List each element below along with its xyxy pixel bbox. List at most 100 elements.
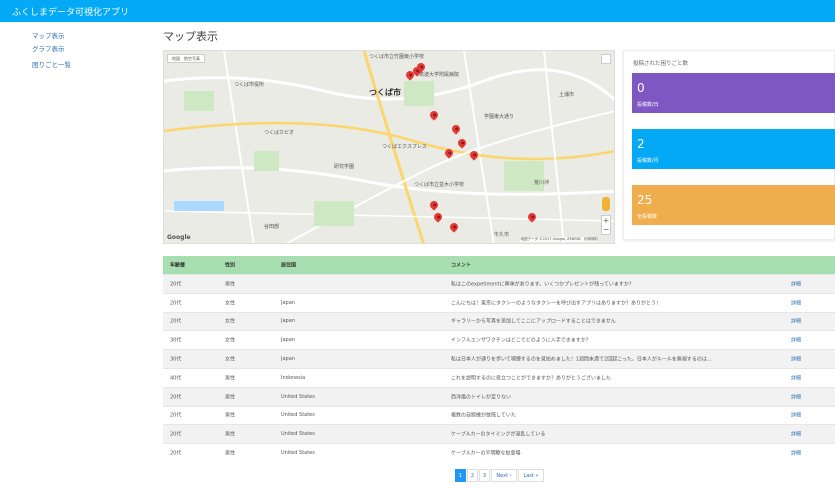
cell-age: 20代 (170, 450, 182, 457)
zoom-control[interactable]: + − (601, 215, 611, 235)
stats-panel: 投稿された困りごと数 0 投稿数/日 2 投稿数/月 25 全投稿数 (623, 50, 835, 240)
cell-comment: ギャラリーから写真を追加してここにアップロードすることはできません (451, 318, 616, 325)
cell-sex: 男性 (225, 431, 236, 438)
cell-residence: Japan (281, 356, 295, 363)
cell-comment: ケーブルカーのタイミングが混乱している (451, 431, 546, 438)
last-page-button[interactable]: Last » (518, 469, 544, 482)
page-3-button[interactable]: 3 (479, 469, 490, 482)
stat-label: 投稿数/月 (637, 158, 659, 164)
map-place-label: 荒川沖 (534, 180, 550, 186)
table-row: 20代 男性 United States ケーブルカーの不明瞭な駐車場 詳細 (163, 443, 835, 462)
stat-value: 2 (637, 137, 645, 151)
table-header: 年齢層 性別 居住国 コメント (163, 256, 835, 274)
app-title[interactable]: ふくしまデータ可視化アプリ (12, 5, 129, 18)
sidebar-item-map[interactable]: マップ表示 (32, 30, 65, 40)
zoom-in-button[interactable]: + (602, 216, 610, 225)
fullscreen-icon[interactable] (601, 54, 611, 64)
problem-table: 年齢層 性別 居住国 コメント 20代 男性 私はこのexpetimentに興味があ… (163, 256, 835, 462)
header-age[interactable]: 年齢層 (170, 262, 185, 269)
pegman-icon[interactable] (602, 197, 610, 211)
cell-comment: こんにちは！東京にタクシーのようなタクシーを呼び出すアプリはありますか？ありがと… (451, 300, 662, 307)
zoom-out-button[interactable]: − (602, 225, 610, 234)
cell-sex: 男性 (225, 450, 236, 457)
table-row: 20代 男性 United States 西洋風のトイレが足りない 詳細 (163, 386, 835, 406)
cell-residence: Japan (281, 299, 295, 306)
cell-comment: 西洋風のトイレが足りない (451, 394, 512, 401)
sidebar-item-problem-list[interactable]: 困りごと一覧 (32, 59, 71, 69)
map-city-label: つくば市 (369, 88, 401, 97)
detail-link[interactable]: 詳細 (791, 393, 801, 400)
cell-residence: United States (281, 431, 315, 438)
page-title: マップ表示 (163, 30, 218, 43)
map-type-control[interactable]: 地図 航空写真 (167, 54, 205, 63)
sidebar-item-graph[interactable]: グラフ表示 (32, 43, 65, 53)
header-sex[interactable]: 性別 (225, 262, 235, 269)
cell-sex: 女性 (225, 337, 236, 344)
cell-comment: ケーブルカーの不明瞭な駐車場 (451, 450, 521, 457)
sidebar: マップ表示 グラフ表示 困りごと一覧 (0, 22, 150, 489)
cell-sex: 女性 (225, 356, 236, 363)
stat-card-monthly: 2 投稿数/月 (632, 129, 835, 169)
cell-age: 30代 (170, 356, 182, 363)
detail-link[interactable]: 詳細 (791, 431, 801, 438)
stat-value: 25 (637, 193, 653, 207)
cell-sex: 男性 (225, 281, 236, 288)
map-place-label: 研究学園 (334, 164, 355, 170)
cell-comment: これを説明するのに役立つことができますか？ありがとうございました (451, 375, 612, 382)
map-place-label: 谷田部 (264, 224, 280, 230)
table-row: 40代 男性 Indonesia これを説明するのに役立つことができますか？ありがとう… (163, 367, 835, 387)
detail-link[interactable]: 詳細 (791, 412, 801, 419)
page-2-button[interactable]: 2 (467, 469, 478, 482)
cell-residence: United States (281, 393, 315, 400)
cell-comment: 私は日本人が通りを歩いて喫煙するのを見始めました！1週間未満で2回起こった。日本… (451, 356, 712, 363)
google-logo: Google (167, 234, 191, 241)
table-row: 20代 男性 United States 複数の自販機が故障していた 詳細 (163, 405, 835, 425)
cell-residence: Japan (281, 318, 295, 325)
cell-age: 20代 (170, 300, 182, 307)
app-header: ふくしまデータ可視化アプリ (0, 0, 835, 22)
stat-value: 0 (637, 81, 645, 95)
table-row: 20代 男性 United States ケーブルカーのタイミングが混乱している 詳細 (163, 424, 835, 444)
map-place-label: 筑波大学附属病院 (419, 72, 460, 78)
table-row: 30代 女性 Japan インフルエンザワクチンはどこでどのように入手できますか？ 詳細 (163, 330, 835, 349)
next-page-button[interactable]: Next › (491, 469, 517, 482)
cell-residence: United States (281, 412, 315, 419)
header-comment[interactable]: コメント (451, 262, 783, 269)
cell-sex: 女性 (225, 318, 236, 325)
map-view[interactable]: つくば市 つくば市立竹園東小学校 筑波大学附属病院 つくば市役所 つくばエクスプ… (163, 50, 615, 244)
detail-link[interactable]: 詳細 (791, 450, 801, 457)
detail-link[interactable]: 詳細 (791, 280, 801, 287)
cell-residence: Japan (281, 337, 295, 344)
detail-link[interactable]: 詳細 (791, 356, 801, 363)
cell-comment: 複数の自販機が故障していた (451, 412, 516, 419)
cell-sex: 男性 (225, 412, 236, 419)
cell-residence: Indonesia (281, 374, 306, 381)
cell-age: 30代 (170, 337, 182, 344)
cell-sex: 女性 (225, 300, 236, 307)
header-residence[interactable]: 居住国 (281, 262, 296, 269)
cell-age: 20代 (170, 412, 182, 419)
detail-link[interactable]: 詳細 (791, 318, 801, 325)
table-row: 20代 女性 Japan こんにちは！東京にタクシーのようなタクシーを呼び出すアプリは… (163, 292, 835, 312)
page-1-button[interactable]: 1 (455, 469, 466, 482)
map-place-label: つくば市役所 (234, 82, 265, 88)
stats-title: 投稿された困りごと数 (633, 61, 689, 67)
cell-age: 20代 (170, 281, 182, 288)
cell-age: 20代 (170, 318, 182, 325)
cell-comment: 私はこのexpetimentに興味があります。いくつかプレゼントが残っていますか… (451, 281, 634, 288)
stat-card-daily: 0 投稿数/日 (632, 73, 835, 113)
detail-link[interactable]: 詳細 (791, 337, 801, 344)
map-place-label: つくばエクスプレス (382, 144, 427, 150)
map-place-label: つくばカピオ (264, 130, 295, 136)
detail-link[interactable]: 詳細 (791, 299, 801, 306)
cell-sex: 男性 (225, 394, 236, 401)
detail-link[interactable]: 詳細 (791, 374, 801, 381)
table-row: 30代 女性 Japan 私は日本人が通りを歩いて喫煙するのを見始めました！1週間未満… (163, 349, 835, 368)
map-place-label: 牛久市 (494, 232, 510, 238)
table-row: 20代 男性 私はこのexpetimentに興味があります。いくつかプレゼントが残っ… (163, 274, 835, 293)
stat-label: 投稿数/日 (637, 102, 659, 108)
map-attribution[interactable]: 地図データ ©2017 Google, ZENRIN 利用規約 (520, 237, 598, 242)
stat-label: 全投稿数 (637, 214, 658, 220)
cell-residence: United States (281, 450, 315, 457)
cell-age: 20代 (170, 394, 182, 401)
